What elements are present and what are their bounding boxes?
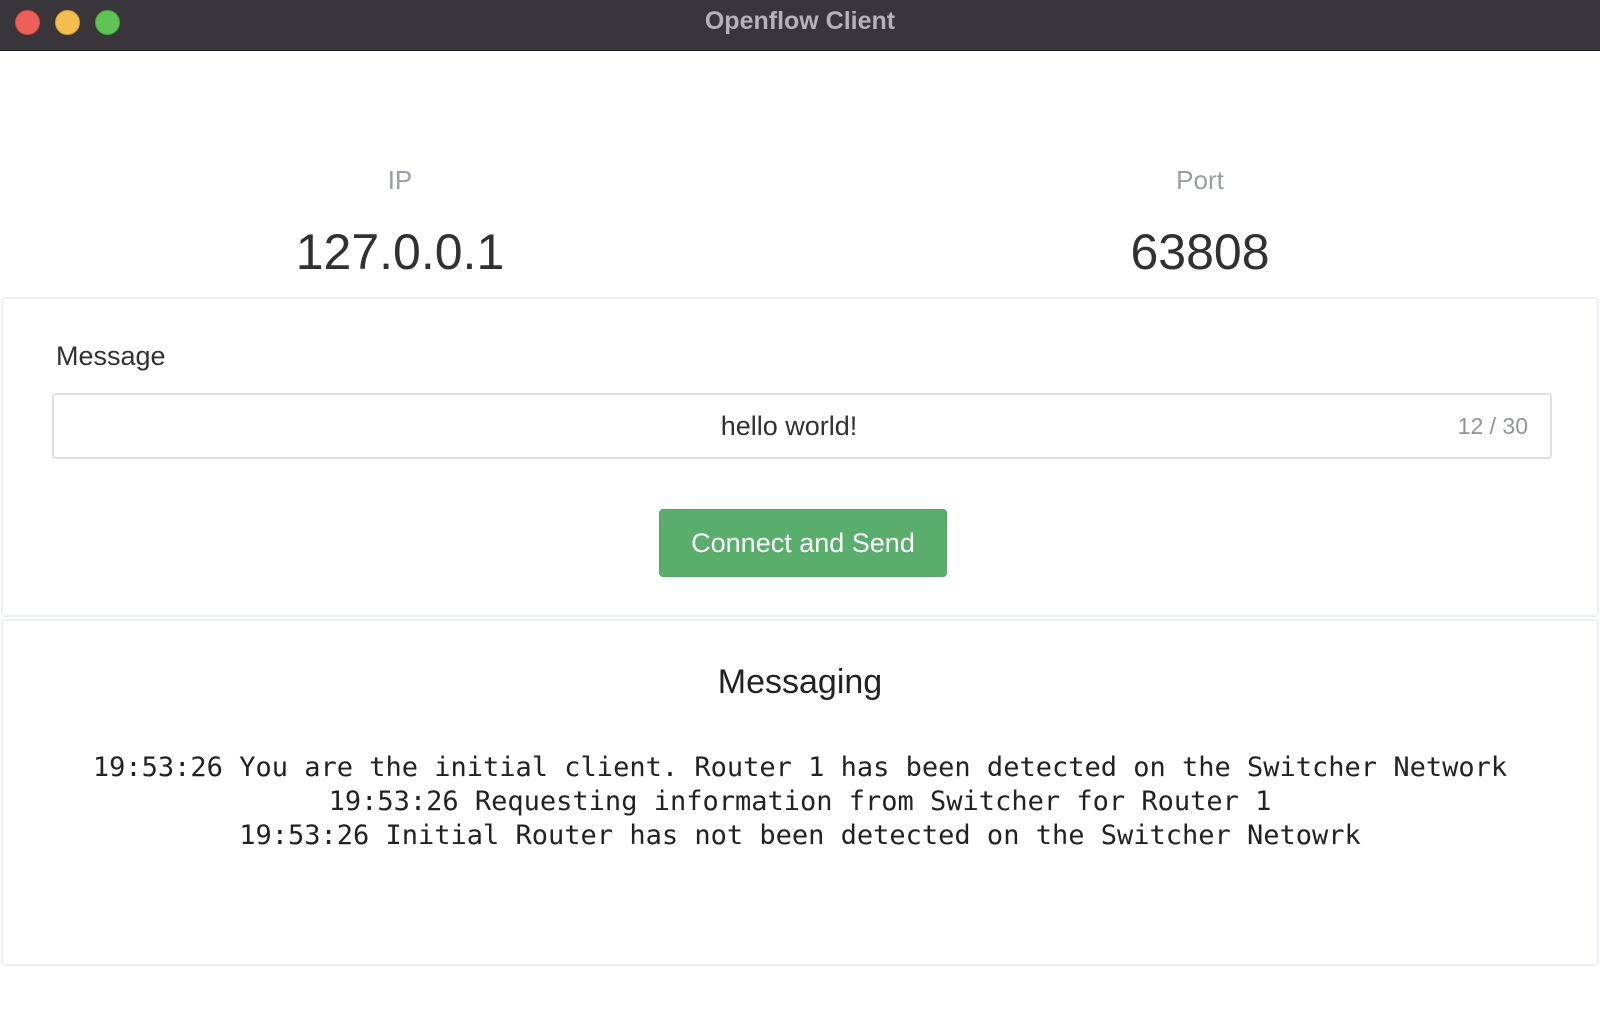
- log-line: 19:53:26 Initial Router has not been det…: [239, 820, 1361, 851]
- window-title: Openflow Client: [704, 7, 896, 35]
- log-line: 19:53:26 You are the initial client. Rou…: [92, 752, 1508, 783]
- messaging-card: Messaging 19:53:26 You are the initial c…: [1, 619, 1599, 966]
- ip-stat: IP 127.0.0.1: [200, 160, 600, 280]
- log-line: 19:53:26 Requesting information from Swi…: [328, 786, 1272, 817]
- port-label: Port: [1176, 165, 1224, 195]
- messaging-title: Messaging: [717, 663, 883, 701]
- connection-info: IP 127.0.0.1 Port 63808: [0, 160, 1600, 290]
- ip-label: IP: [387, 165, 413, 195]
- port-value: 63808: [1130, 224, 1270, 280]
- connect-and-send-button[interactable]: Connect and Send: [659, 509, 947, 577]
- app-window: Openflow Client IP 127.0.0.1 Port 63808 …: [0, 0, 1600, 1022]
- title-bar[interactable]: Openflow Client: [0, 0, 1600, 51]
- port-stat: Port 63808: [1000, 160, 1400, 280]
- char-count: 12 / 30: [1457, 413, 1528, 439]
- ip-value: 127.0.0.1: [295, 224, 505, 280]
- message-log: 19:53:26 You are the initial client. Rou…: [3, 751, 1597, 853]
- message-input-wrapper: 12 / 30: [52, 393, 1552, 459]
- message-label: Message: [56, 341, 166, 371]
- message-card: Message 12 / 30 Connect and Send: [1, 297, 1599, 617]
- message-input[interactable]: [54, 395, 1424, 457]
